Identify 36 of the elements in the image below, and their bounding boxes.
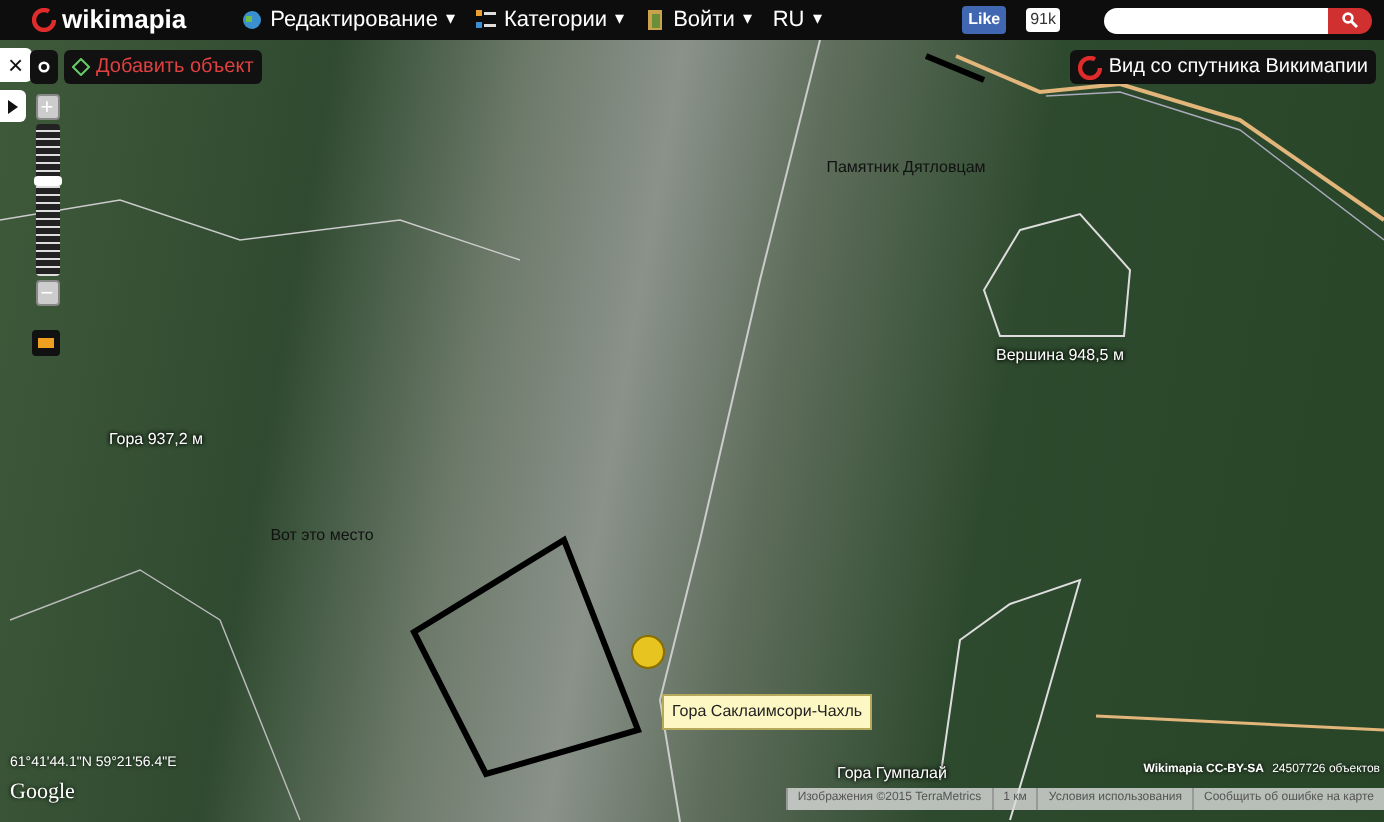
settings-button[interactable] (30, 50, 58, 84)
menu-item[interactable]: Войти ▾ (645, 3, 753, 37)
menu-item[interactable]: Категории ▾ (475, 3, 626, 37)
search-button[interactable] (1328, 7, 1372, 33)
zoom-slider[interactable] (35, 124, 59, 276)
layers-icon (38, 338, 54, 348)
marker-icon (631, 635, 665, 669)
close-button[interactable]: × (0, 48, 32, 82)
map-label: Гора 937,2 м (108, 428, 204, 452)
door-icon (645, 10, 666, 30)
menu-item[interactable]: RU ▾ (772, 3, 823, 37)
add-icon (72, 58, 90, 76)
arrow-icon (8, 99, 18, 113)
globe-icon (242, 10, 263, 30)
google-logo: Google (10, 777, 75, 807)
zoom-slider-thumb[interactable] (33, 176, 61, 187)
map-label: Памятник Дятловцам (826, 156, 986, 180)
thick-line-drawing (924, 53, 986, 83)
search-field[interactable] (1104, 7, 1328, 33)
map-label: Вот это место (270, 524, 374, 548)
list-icon (475, 10, 496, 30)
map-label: Вершина 948,5 м (996, 344, 1124, 368)
like-count: 91k (1026, 8, 1060, 32)
expand-button[interactable] (0, 90, 26, 122)
map-tooltip: Гора Саклаимсори-Чахль (662, 694, 873, 730)
settings-icon (38, 60, 50, 74)
search-icon (1342, 12, 1358, 28)
add-object-button[interactable]: Добавить объект (64, 50, 262, 84)
satellite-map[interactable] (0, 40, 1384, 822)
layers-button[interactable] (32, 330, 60, 356)
logo-icon (32, 8, 56, 32)
logo-text: wikimapia (62, 2, 187, 39)
like-button[interactable]: Like (962, 6, 1007, 34)
satellite-view-button[interactable]: Вид со спутника Викимапии (1070, 50, 1376, 84)
wikimapia-icon (1078, 55, 1103, 79)
menu-item[interactable]: Редактирование ▾ (242, 3, 456, 37)
